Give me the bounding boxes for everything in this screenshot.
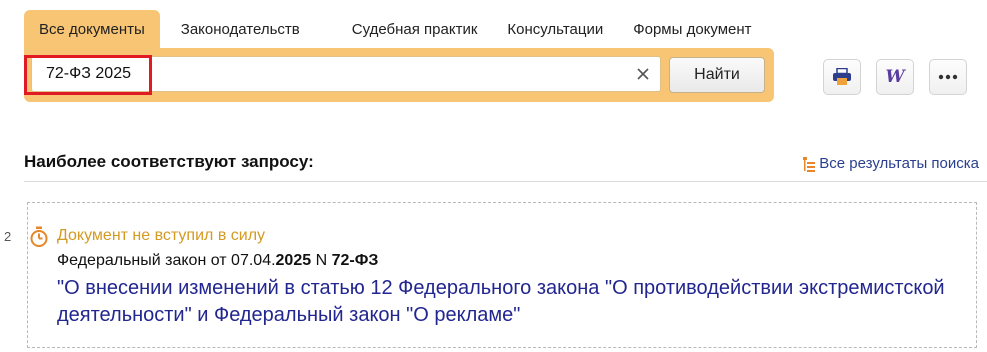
- search-button[interactable]: Найти: [669, 57, 765, 93]
- search-input[interactable]: 72-ФЗ 2025: [31, 56, 661, 92]
- search-input-value: 72-ФЗ 2025: [46, 65, 131, 82]
- document-meta: Федеральный закон от 07.04.2025 N 72-ФЗ: [57, 252, 378, 270]
- tab-legislation[interactable]: Законодательств: [166, 10, 315, 50]
- stopwatch-icon: [30, 226, 48, 247]
- more-icon: [938, 74, 958, 80]
- printer-icon: [833, 68, 851, 85]
- section-divider: [24, 181, 987, 182]
- list-tree-icon: [803, 156, 816, 172]
- print-button[interactable]: [823, 59, 861, 95]
- all-results-link[interactable]: Все результаты поиска: [802, 155, 979, 172]
- tab-consultations[interactable]: Консультации: [492, 10, 618, 50]
- tab-court-practice[interactable]: Судебная практик: [337, 10, 493, 50]
- document-number: 72-ФЗ: [331, 252, 379, 269]
- word-export-button[interactable]: W: [876, 59, 914, 95]
- results-section-title: Наиболее соответствуют запросу:: [24, 152, 314, 171]
- clear-icon[interactable]: [634, 65, 652, 83]
- word-export-icon: W: [885, 67, 905, 87]
- result-number: 2: [4, 229, 12, 244]
- search-panel: 72-ФЗ 2025 Найти: [24, 48, 774, 102]
- document-type-date: Федеральный закон от 07.04.: [57, 252, 276, 269]
- tab-document-forms[interactable]: Формы документ: [618, 10, 766, 50]
- more-button[interactable]: [929, 59, 967, 95]
- all-results-label: Все результаты поиска: [819, 155, 979, 172]
- tab-all-documents[interactable]: Все документы: [24, 10, 160, 50]
- document-status: Документ не вступил в силу: [57, 227, 266, 244]
- document-number-sep: N: [311, 252, 332, 269]
- document-year: 2025: [275, 252, 312, 269]
- search-tabs: Все документы Законодательств Судебная п…: [24, 10, 767, 50]
- document-title-link[interactable]: "О внесении изменений в статью 12 Федера…: [57, 275, 957, 329]
